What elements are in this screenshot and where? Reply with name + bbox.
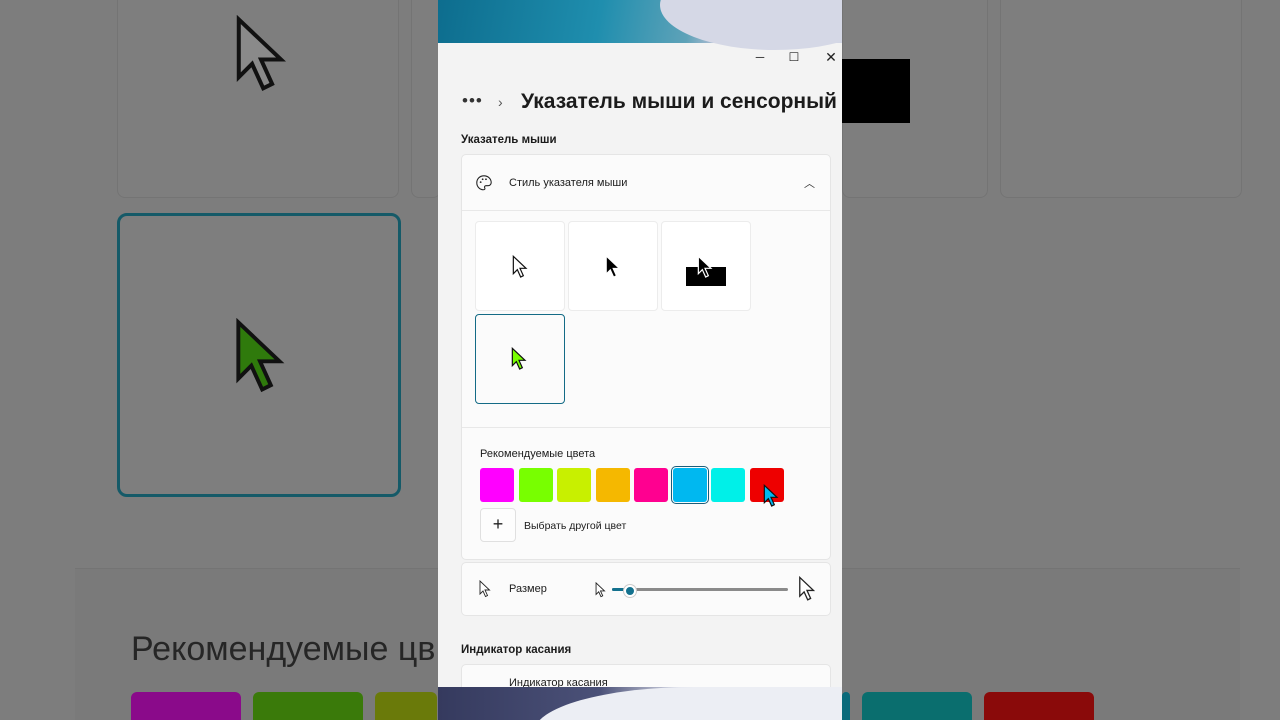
color-swatch-7[interactable] bbox=[711, 468, 745, 502]
palette-icon bbox=[476, 175, 492, 191]
large-cursor-icon bbox=[799, 576, 816, 601]
style-option-black[interactable] bbox=[568, 221, 658, 311]
cursor-size-icon bbox=[479, 580, 491, 598]
pick-color-button[interactable]: + bbox=[480, 508, 516, 542]
style-option-custom[interactable] bbox=[475, 314, 565, 404]
bg-style-tile-white bbox=[117, 0, 399, 198]
chevron-right-icon: › bbox=[498, 94, 503, 110]
style-option-white[interactable] bbox=[475, 221, 565, 311]
inverted-cursor-icon bbox=[697, 255, 713, 278]
recommended-colors-area: Рекомендуемые цвета + Выбрать другой цве… bbox=[462, 427, 830, 560]
breadcrumb: ••• › Указатель мыши и сенсорный bbox=[462, 90, 842, 120]
bg-swatch-1 bbox=[131, 692, 241, 720]
green-cursor-icon bbox=[511, 347, 527, 370]
recommended-colors-label: Рекомендуемые цвета bbox=[480, 448, 596, 460]
bg-recommended-colors-label: Рекомендуемые цв bbox=[131, 630, 436, 668]
bg-cursor-icon bbox=[236, 15, 287, 92]
maximize-button[interactable]: ☐ bbox=[782, 47, 806, 67]
page-title: Указатель мыши и сенсорный bbox=[521, 90, 837, 113]
color-swatch-2[interactable] bbox=[518, 468, 553, 502]
size-slider-track[interactable] bbox=[612, 588, 788, 591]
small-cursor-icon bbox=[595, 582, 606, 598]
bg-card-right bbox=[1000, 0, 1242, 198]
white-cursor-icon bbox=[512, 255, 528, 278]
bg-swatch-2 bbox=[253, 692, 363, 720]
style-option-inverted[interactable] bbox=[661, 221, 751, 311]
ellipsis-icon[interactable]: ••• bbox=[462, 90, 483, 112]
bg-inverted-block bbox=[842, 59, 910, 123]
bg-style-tile-edge bbox=[411, 0, 441, 198]
bg-style-tile-custom bbox=[117, 213, 401, 497]
plus-icon: + bbox=[492, 514, 504, 534]
close-button[interactable]: ✕ bbox=[819, 47, 842, 67]
color-swatch-5[interactable] bbox=[634, 468, 668, 502]
title-bar[interactable]: ─ ☐ ✕ bbox=[438, 43, 842, 71]
pointer-style-label: Стиль указателя мыши bbox=[509, 177, 628, 189]
color-swatch-4[interactable] bbox=[595, 468, 630, 502]
bg-swatch-4 bbox=[842, 692, 850, 720]
minimize-button[interactable]: ─ bbox=[748, 47, 772, 67]
desktop-wallpaper-bottom bbox=[438, 687, 842, 720]
pick-color-label: Выбрать другой цвет bbox=[524, 520, 627, 532]
pointer-style-row[interactable]: Стиль указателя мыши ︿ bbox=[462, 155, 830, 211]
bg-swatch-6 bbox=[984, 692, 1094, 720]
bg-swatch-3 bbox=[375, 692, 437, 720]
pointer-size-card: Размер bbox=[461, 562, 831, 616]
chevron-up-icon[interactable]: ︿ bbox=[804, 175, 815, 191]
size-label: Размер bbox=[509, 583, 547, 595]
color-swatch-6[interactable] bbox=[670, 466, 709, 504]
pointer-style-card: Стиль указателя мыши ︿ Рекомендуемые цве… bbox=[461, 154, 831, 560]
bg-green-cursor-icon bbox=[236, 318, 285, 393]
desktop-wallpaper-top bbox=[438, 0, 842, 50]
color-swatch-3[interactable] bbox=[557, 468, 591, 502]
color-swatch-1[interactable] bbox=[480, 468, 514, 502]
section-heading-touch-indicator: Индикатор касания bbox=[461, 644, 572, 656]
mouse-cursor-icon bbox=[763, 484, 779, 507]
bg-swatch-5 bbox=[862, 692, 972, 720]
settings-window: ─ ☐ ✕ ••• › Указатель мыши и сенсорный У… bbox=[438, 0, 842, 720]
section-heading-mouse-pointer: Указатель мыши bbox=[461, 134, 557, 146]
black-cursor-icon bbox=[605, 255, 621, 278]
size-slider-thumb[interactable] bbox=[623, 585, 636, 597]
